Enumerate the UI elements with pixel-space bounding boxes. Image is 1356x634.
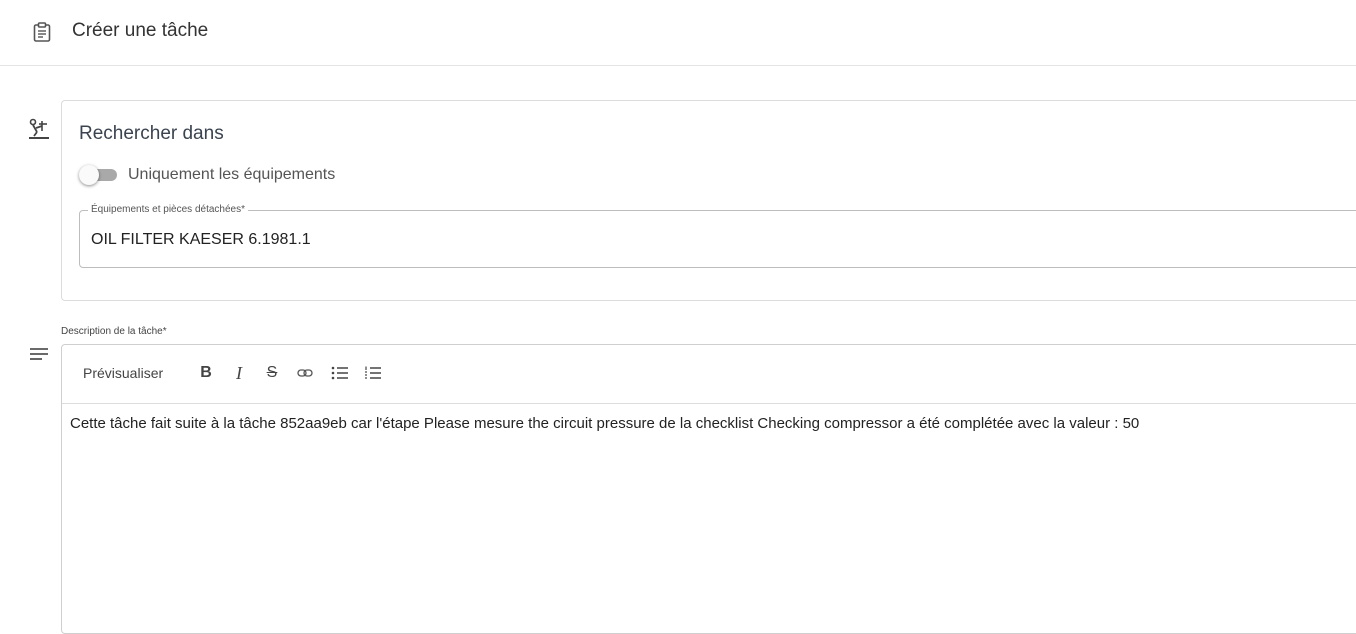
notes-icon — [28, 344, 50, 366]
strikethrough-icon[interactable]: S — [265, 362, 279, 384]
search-section-title: Rechercher dans — [79, 123, 224, 144]
preview-button[interactable]: Prévisualiser — [83, 365, 163, 381]
bulleted-list-icon[interactable] — [331, 362, 349, 384]
bold-icon[interactable]: B — [199, 362, 213, 384]
equipment-field[interactable]: Équipements et pièces détachées* OIL FIL… — [79, 204, 1356, 268]
page-title: Créer une tâche — [72, 20, 209, 41]
toggle-thumb — [79, 165, 99, 185]
description-editor: Prévisualiser B I S Cette tâche fait sui… — [61, 344, 1356, 634]
equipment-field-label: Équipements et pièces détachées* — [88, 204, 248, 215]
equipment-icon — [28, 118, 50, 140]
editor-toolbar: Prévisualiser B I S — [62, 345, 1356, 404]
italic-icon[interactable]: I — [232, 362, 246, 384]
search-card: Rechercher dans Uniquement les équipemen… — [61, 100, 1356, 301]
equipment-field-value: OIL FILTER KAESER 6.1981.1 — [91, 231, 311, 248]
description-text[interactable]: Cette tâche fait suite à la tâche 852aa9… — [70, 415, 1139, 432]
clipboard-icon — [33, 22, 51, 42]
link-icon[interactable] — [297, 362, 313, 384]
description-label: Description de la tâche* — [61, 326, 167, 337]
page-header: Créer une tâche — [0, 0, 1356, 66]
equipment-only-toggle[interactable] — [79, 165, 117, 185]
equipment-only-label: Uniquement les équipements — [128, 166, 336, 183]
numbered-list-icon[interactable] — [364, 362, 382, 384]
